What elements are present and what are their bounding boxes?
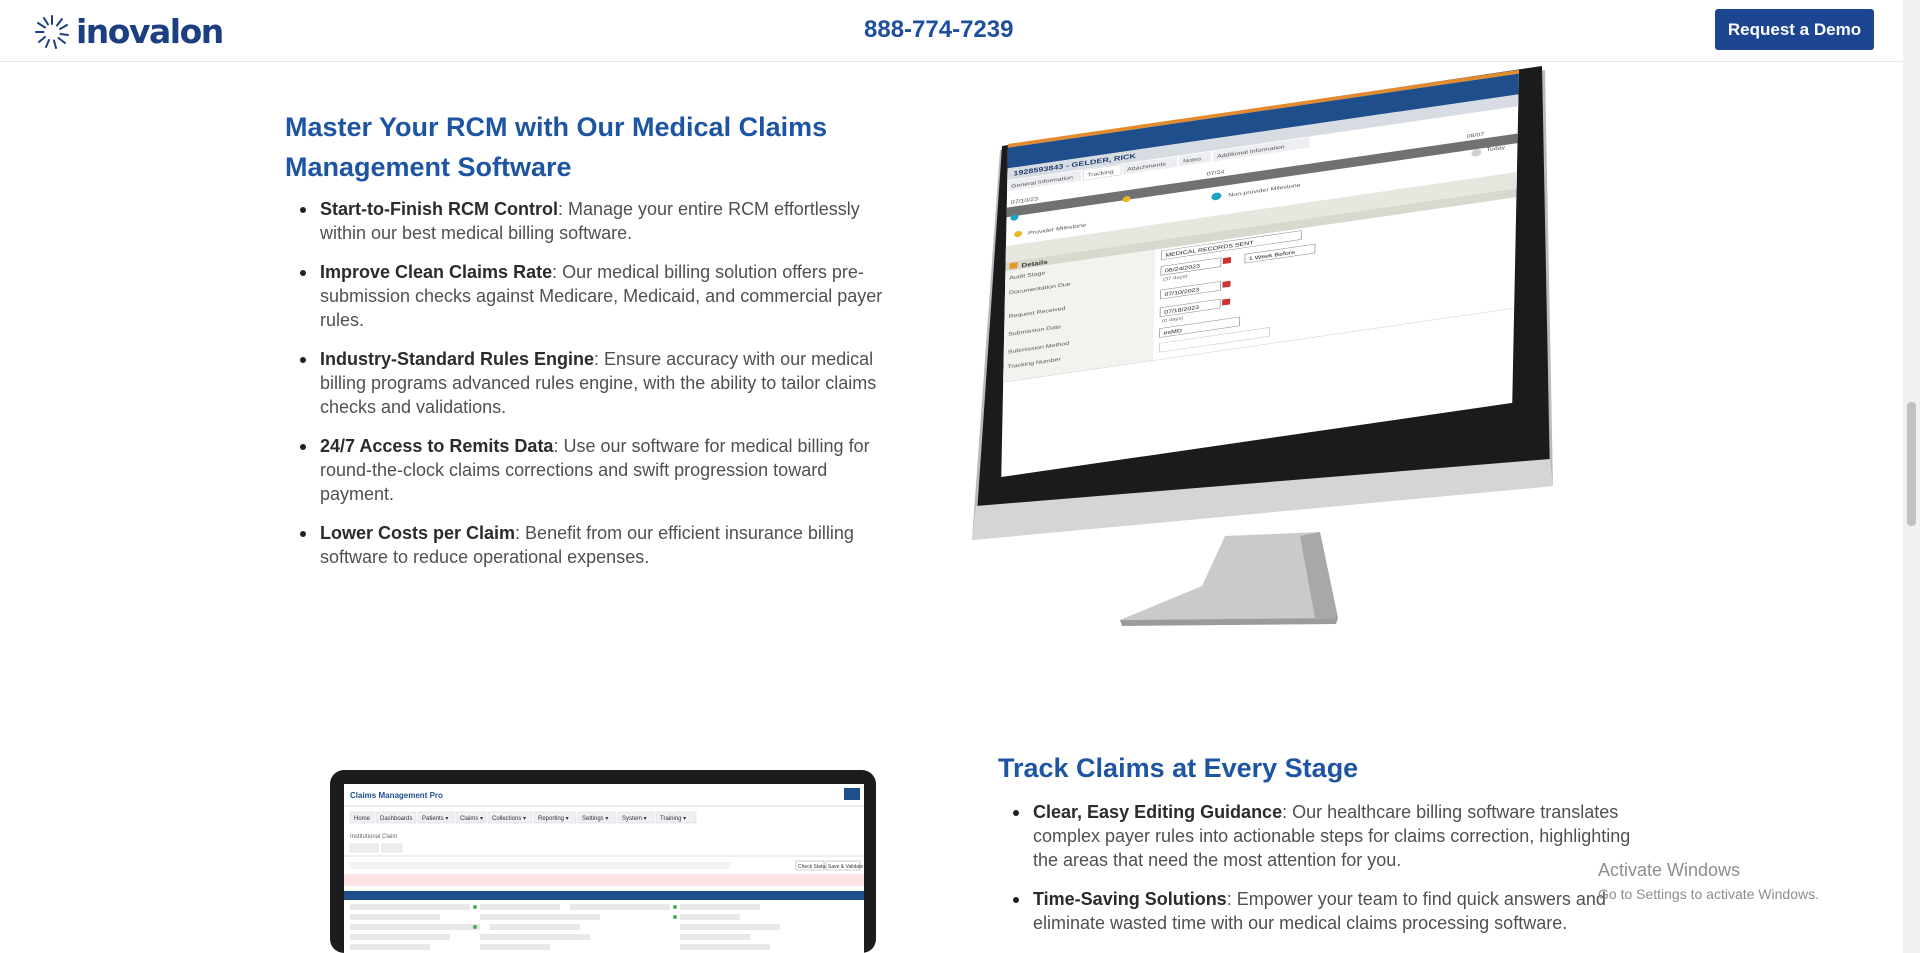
track-claims-section: Track Claims at Every Stage Clear, Easy … <box>998 748 1658 950</box>
rcm-feature-list: Start-to-Finish RCM Control: Manage your… <box>285 197 885 569</box>
list-item: Time-Saving Solutions: Empower your team… <box>998 887 1658 935</box>
list-item: Industry-Standard Rules Engine: Ensure a… <box>285 347 885 419</box>
list-item: Clear, Easy Editing Guidance: Our health… <box>998 800 1658 872</box>
phone-link[interactable]: 888-774-7239 <box>864 16 1013 44</box>
app-title: Claims Management Pro <box>350 791 443 800</box>
monitor-product-image: 1928593843 - GELDER, RICK General Inform… <box>972 66 1553 626</box>
list-item: Improve Clean Claims Rate: Our medical b… <box>285 260 885 332</box>
svg-text:System ▾: System ▾ <box>622 816 647 822</box>
svg-text:Patients ▾: Patients ▾ <box>422 816 448 822</box>
svg-text:Reporting ▾: Reporting ▾ <box>538 816 569 822</box>
list-item: Lower Costs per Claim: Benefit from our … <box>285 521 885 569</box>
activate-windows-watermark: Activate Windows Go to Settings to activ… <box>1598 858 1819 904</box>
inovalon-logo[interactable]: inovalon <box>30 12 224 51</box>
site-header: inovalon 888-774-7239 Request a Demo <box>0 0 1903 62</box>
inovalon-sunburst-icon <box>35 15 69 49</box>
list-item: Start-to-Finish RCM Control: Manage your… <box>285 197 885 245</box>
scrollbar-thumb[interactable] <box>1907 402 1916 526</box>
svg-text:Home: Home <box>354 816 371 822</box>
logo-wordmark: inovalon <box>76 12 224 51</box>
svg-text:Dashboards: Dashboards <box>380 816 412 822</box>
list-item: 24/7 Access to Remits Data: Use our soft… <box>285 434 885 506</box>
svg-text:Training ▾: Training ▾ <box>660 816 686 822</box>
track-feature-list: Clear, Easy Editing Guidance: Our health… <box>998 800 1658 935</box>
svg-text:Collections ▾: Collections ▾ <box>492 816 526 822</box>
rcm-section: Master Your RCM with Our Medical Claims … <box>285 107 885 584</box>
svg-text:Institutional Claim: Institutional Claim <box>350 834 397 840</box>
laptop-product-image: Claims Management Pro Home Dashboards Pa… <box>330 770 876 953</box>
track-claims-title: Track Claims at Every Stage <box>998 753 1359 783</box>
svg-text:Claims ▾: Claims ▾ <box>460 816 483 822</box>
watermark-subtitle: Go to Settings to activate Windows. <box>1598 886 1819 902</box>
page-scrollbar[interactable] <box>1903 0 1920 953</box>
request-demo-button[interactable]: Request a Demo <box>1715 9 1874 50</box>
rcm-section-title: Master Your RCM with Our Medical Claims … <box>285 112 828 182</box>
watermark-title: Activate Windows <box>1598 860 1741 880</box>
svg-text:Check Status: Check Status <box>798 864 828 870</box>
svg-text:Save & Validate: Save & Validate <box>828 864 863 870</box>
svg-text:Settings ▾: Settings ▾ <box>582 816 608 822</box>
